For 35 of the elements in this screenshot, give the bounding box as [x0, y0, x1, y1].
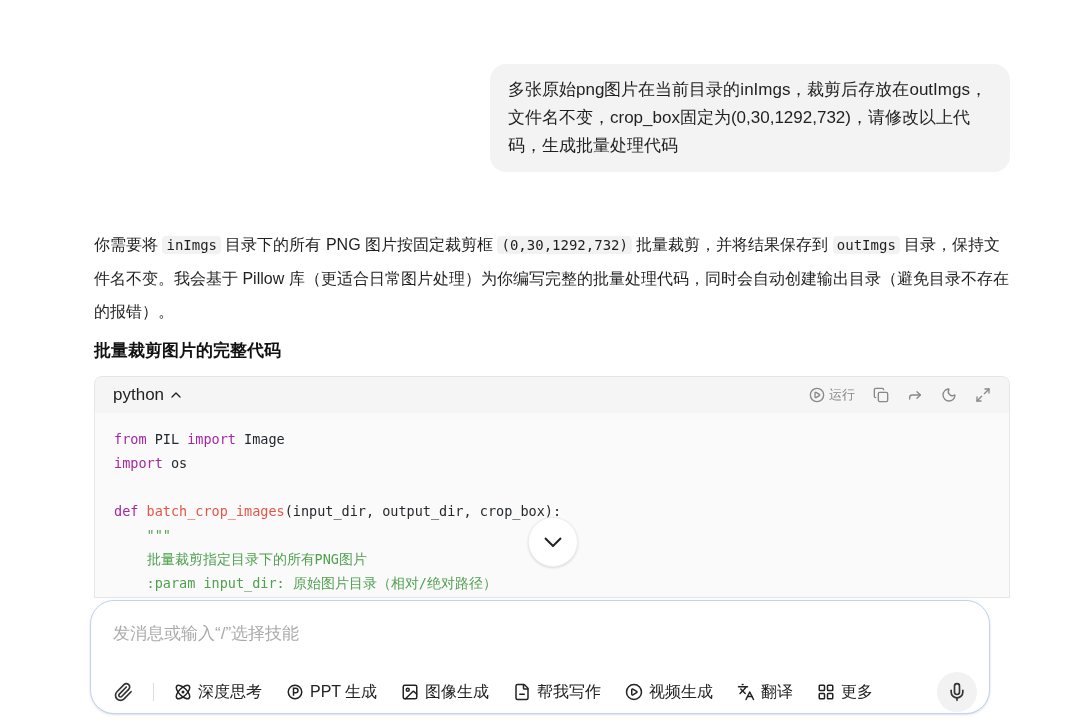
play-icon	[625, 683, 644, 701]
expand-icon	[975, 386, 991, 403]
code-action-button[interactable]	[975, 386, 991, 403]
tool-button[interactable]: 更多	[817, 680, 874, 704]
grid-icon	[817, 683, 836, 701]
code-line: """	[145, 525, 171, 545]
code-line: import os	[114, 453, 188, 473]
play-icon	[809, 386, 825, 403]
code-line: def batch_crop_images(input_dir, output_dir, crop_box):	[114, 501, 562, 522]
image-icon	[401, 683, 420, 701]
code-action-button[interactable]	[941, 386, 957, 403]
message-input[interactable]: 发消息或输入“/”选择技能	[113, 620, 967, 646]
moon-icon	[941, 386, 957, 403]
code-line: 批量裁剪指定目录下的所有PNG图片	[145, 549, 367, 569]
paperclip-icon[interactable]	[113, 682, 133, 702]
microphone-button[interactable]	[937, 672, 977, 712]
user-message: 多张原始png图片在当前目录的inImgs，裁剪后存放在outImgs，文件名不变，crop_box固定为(0,30,1292,732)，请修改以上代码，生成批量处理代码	[490, 64, 1010, 172]
copy-icon	[873, 386, 889, 403]
tool-button[interactable]: 深度思考	[174, 680, 262, 704]
document-icon	[513, 683, 532, 701]
section-heading: 批量裁剪图片的完整代码	[94, 340, 282, 362]
reply-paragraph: 你需要将 inImgs 目录下的所有 PNG 图片按固定裁剪框 (0,30,1292,732) 批量裁剪，并将结果保存到 outImgs 目录，保持文件名不变。我会基于 Pillow 库（更适合日常图片处理）为你编写完整的批量处理代码，同时会自动创建输出目录（避免目录不存在的报错）。	[94, 235, 1010, 322]
code-action-button[interactable]	[873, 386, 889, 403]
code-line: :param input_dir: 原始图片目录（相对/绝对路径）	[145, 573, 497, 594]
tool-button[interactable]: 翻译	[737, 680, 794, 704]
chevron-down-icon	[544, 536, 562, 547]
tool-button[interactable]: 视频生成	[625, 680, 714, 704]
tool-button[interactable]: 帮我写作	[513, 680, 602, 704]
tool-button[interactable]: 图像生成	[401, 680, 490, 704]
code-line: from PIL import Image	[114, 429, 285, 449]
tool-button[interactable]: PPT 生成	[286, 680, 378, 704]
translate-icon	[737, 683, 756, 701]
language-toggle[interactable]: python	[113, 381, 185, 408]
microphone-icon	[947, 682, 967, 702]
atom-icon	[174, 683, 192, 701]
